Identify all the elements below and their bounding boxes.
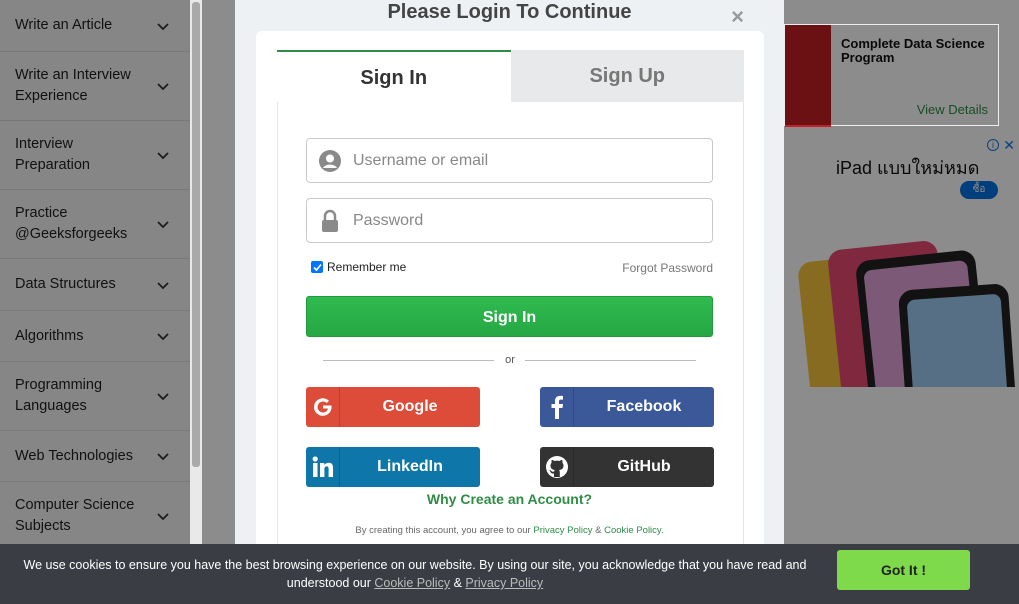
google-icon [306, 387, 340, 427]
divider [525, 360, 696, 361]
github-icon [540, 447, 574, 487]
privacy-policy-link[interactable]: Privacy Policy [533, 525, 592, 536]
or-label: or [505, 354, 515, 366]
remember-checkbox[interactable] [311, 261, 323, 273]
tab-sign-up[interactable]: Sign Up [510, 50, 744, 102]
google-login-button[interactable]: Google [306, 387, 480, 427]
sidebar-item-algorithms[interactable]: Algorithms [0, 311, 190, 362]
check-icon [312, 263, 322, 271]
why-create-account-link[interactable]: Why Create an Account? [306, 491, 713, 507]
chevron-down-icon [157, 281, 169, 289]
sidebar-item-practice[interactable]: Practice @Geeksforgeeks [0, 190, 190, 259]
password-input[interactable] [353, 211, 712, 230]
chevron-down-icon [157, 393, 169, 401]
sidebar-item-cs-subjects[interactable]: Computer Science Subjects [0, 482, 190, 551]
cookie-consent-bar: We use cookies to ensure you have the be… [0, 544, 1019, 604]
sidebar-item-label: Algorithms [15, 327, 84, 344]
chevron-down-icon [157, 513, 169, 521]
close-icon[interactable]: × [731, 4, 744, 30]
sign-in-button[interactable]: Sign In [306, 296, 713, 337]
modal-title: Please Login To Continue [387, 1, 632, 23]
sidebar-item-label: Data Structures [15, 276, 116, 292]
linkedin-login-button[interactable]: LinkedIn [306, 447, 480, 487]
facebook-login-button[interactable]: Facebook [540, 387, 714, 427]
linkedin-label: LinkedIn [377, 458, 443, 475]
chevron-down-icon [157, 152, 169, 160]
divider [323, 360, 494, 361]
remember-label: Remember me [327, 260, 407, 274]
chevron-down-icon [157, 333, 169, 341]
sidebar-item-data-structures[interactable]: Data Structures [0, 259, 190, 311]
username-input[interactable] [353, 151, 712, 170]
sidebar-scrollbar-thumb[interactable] [192, 2, 200, 467]
cookie-text: We use cookies to ensure you have the be… [23, 558, 807, 590]
facebook-label: Facebook [606, 398, 682, 415]
tab-sign-in[interactable]: Sign In [277, 50, 511, 102]
lock-icon [307, 209, 353, 233]
modal-backdrop [784, 137, 1019, 387]
sidebar-item-label: Write an Article [15, 17, 113, 33]
github-label: GitHub [617, 458, 671, 475]
privacy-policy-link[interactable]: Privacy Policy [465, 576, 543, 590]
auth-tabs: Sign In Sign Up [277, 50, 744, 102]
chevron-down-icon [157, 221, 169, 229]
sidebar-item-label: Programming Languages [15, 377, 103, 414]
sidebar-item-label: Write an Interview Experience [15, 67, 131, 104]
github-login-button[interactable]: GitHub [540, 447, 714, 487]
chevron-down-icon [157, 453, 169, 461]
sidebar-item-web-technologies[interactable]: Web Technologies [0, 431, 190, 482]
sidebar-item-interview-experience[interactable]: Write an Interview Experience [0, 52, 190, 121]
sidebar: Write an Article Write an Interview Expe… [0, 0, 190, 604]
sidebar-item-programming-languages[interactable]: Programming Languages [0, 362, 190, 431]
sidebar-item-interview-preparation[interactable]: Interview Preparation [0, 121, 190, 190]
terms-text: By creating this account, you agree to o… [355, 525, 664, 536]
facebook-icon [540, 387, 574, 427]
sidebar-item-label: Computer Science Subjects [15, 497, 135, 534]
forgot-password-link[interactable]: Forgot Password [622, 261, 713, 275]
ad-banner-ipad[interactable]: iPad แบบใหม่หมด ซื้อ i ✕ [784, 137, 1019, 387]
modal-backdrop [785, 25, 998, 125]
sidebar-scrollbar[interactable] [190, 0, 202, 604]
google-label: Google [382, 398, 438, 415]
sidebar-item-label: Web Technologies [15, 447, 133, 464]
ad-banner-data-science[interactable]: Complete Data Science Program View Detai… [784, 24, 999, 127]
chevron-down-icon [157, 22, 169, 30]
got-it-button[interactable]: Got It ! [837, 550, 970, 590]
linkedin-icon [306, 447, 340, 487]
sidebar-item-label: Interview Preparation [15, 136, 90, 173]
password-field[interactable] [306, 198, 713, 243]
sidebar-item-label: Practice @Geeksforgeeks [15, 205, 128, 242]
chevron-down-icon [157, 83, 169, 91]
cookie-policy-link[interactable]: Cookie Policy. [604, 525, 664, 536]
username-field[interactable] [306, 138, 713, 183]
cookie-policy-link[interactable]: Cookie Policy [374, 576, 450, 590]
user-icon [307, 149, 353, 172]
sidebar-item-write-article[interactable]: Write an Article [0, 0, 190, 52]
remember-me[interactable]: Remember me [311, 260, 406, 274]
